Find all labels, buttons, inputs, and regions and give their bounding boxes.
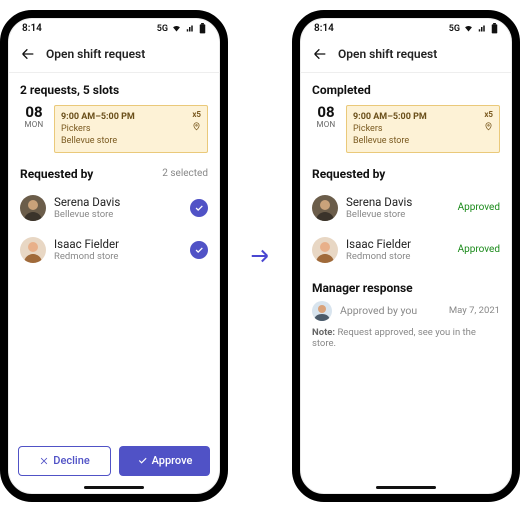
wifi-icon — [171, 24, 182, 33]
shift-store: Bellevue store — [353, 135, 493, 147]
person-row[interactable]: Serena Davis Bellevue store — [20, 187, 208, 229]
top-bar: Open shift request — [8, 40, 220, 73]
battery-icon — [199, 23, 206, 34]
battery-icon — [491, 23, 498, 34]
signal-icon — [477, 24, 488, 33]
page-title: Open shift request — [338, 47, 437, 61]
person-store: Bellevue store — [346, 209, 450, 220]
phone-right: 8:14 5G Open shift request Completed 08 … — [292, 10, 520, 502]
wifi-icon — [463, 24, 474, 33]
status-network: 5G — [449, 24, 460, 34]
avatar — [312, 237, 338, 263]
signal-icon — [185, 24, 196, 33]
status-bar: 8:14 5G — [8, 18, 220, 40]
back-icon[interactable] — [20, 46, 36, 62]
response-note: Note: Request approved, see you in the s… — [312, 327, 500, 349]
response-title: Manager response — [312, 281, 500, 295]
shift-store: Bellevue store — [61, 135, 201, 147]
shift-role: Pickers — [61, 123, 201, 135]
decline-button[interactable]: Decline — [18, 446, 111, 476]
approve-button[interactable]: Approve — [119, 446, 210, 476]
date-day: 08 — [20, 105, 48, 120]
home-indicator — [376, 486, 436, 489]
response-date: May 7, 2021 — [449, 305, 500, 316]
person-row[interactable]: Isaac Fielder Redmond store — [20, 229, 208, 271]
avatar — [20, 237, 46, 263]
person-name: Isaac Fielder — [346, 237, 450, 251]
person-store: Bellevue store — [54, 209, 182, 220]
selected-check-icon[interactable] — [190, 199, 208, 217]
person-name: Serena Davis — [54, 195, 182, 209]
status-network: 5G — [157, 24, 168, 34]
note-label: Note: — [312, 327, 335, 338]
avatar — [20, 195, 46, 221]
section-title: Requested by — [20, 167, 93, 181]
status-time: 8:14 — [22, 23, 42, 34]
avatar — [312, 195, 338, 221]
arrow-right-icon — [246, 242, 274, 270]
shift-multiplier: x5 — [192, 110, 201, 121]
home-indicator — [84, 486, 144, 489]
person-name: Serena Davis — [346, 195, 450, 209]
check-icon — [137, 455, 148, 466]
shift-date: 08 MON — [20, 105, 48, 153]
selected-check-icon[interactable] — [190, 241, 208, 259]
page-title: Open shift request — [46, 47, 145, 61]
location-icon — [192, 122, 201, 131]
avatar — [312, 301, 332, 321]
decline-label: Decline — [53, 454, 89, 467]
approve-label: Approve — [152, 454, 193, 467]
status-approved: Approved — [458, 244, 500, 255]
status-icons: 5G — [449, 23, 498, 34]
shift-card[interactable]: 9:00 AM–5:00 PM Pickers Bellevue store x… — [54, 105, 208, 153]
person-store: Redmond store — [54, 251, 182, 262]
summary-right: Completed — [312, 83, 500, 97]
close-icon — [39, 456, 49, 466]
top-bar: Open shift request — [300, 40, 512, 73]
status-icons: 5G — [157, 23, 206, 34]
status-time: 8:14 — [314, 23, 334, 34]
response-text: Approved by you — [340, 304, 441, 317]
summary-left: 2 requests, 5 slots — [20, 83, 208, 97]
shift-multiplier: x5 — [484, 110, 493, 121]
section-title: Requested by — [312, 167, 385, 181]
shift-date: 08 MON — [312, 105, 340, 153]
status-approved: Approved — [458, 202, 500, 213]
shift-time: 9:00 AM–5:00 PM — [353, 111, 493, 123]
date-dow: MON — [312, 120, 340, 129]
person-name: Isaac Fielder — [54, 237, 182, 251]
shift-role: Pickers — [353, 123, 493, 135]
back-icon[interactable] — [312, 46, 328, 62]
response-row: Approved by you May 7, 2021 — [312, 295, 500, 323]
phone-left: 8:14 5G Open shift request 2 requests, 5… — [0, 10, 228, 502]
note-text: Request approved, see you in the store. — [312, 327, 476, 349]
status-bar: 8:14 5G — [300, 18, 512, 40]
person-row: Isaac Fielder Redmond store Approved — [312, 229, 500, 271]
selected-count: 2 selected — [162, 168, 208, 179]
person-store: Redmond store — [346, 251, 450, 262]
shift-card[interactable]: 9:00 AM–5:00 PM Pickers Bellevue store x… — [346, 105, 500, 153]
person-row: Serena Davis Bellevue store Approved — [312, 187, 500, 229]
date-dow: MON — [20, 120, 48, 129]
location-icon — [484, 122, 493, 131]
shift-time: 9:00 AM–5:00 PM — [61, 111, 201, 123]
date-day: 08 — [312, 105, 340, 120]
